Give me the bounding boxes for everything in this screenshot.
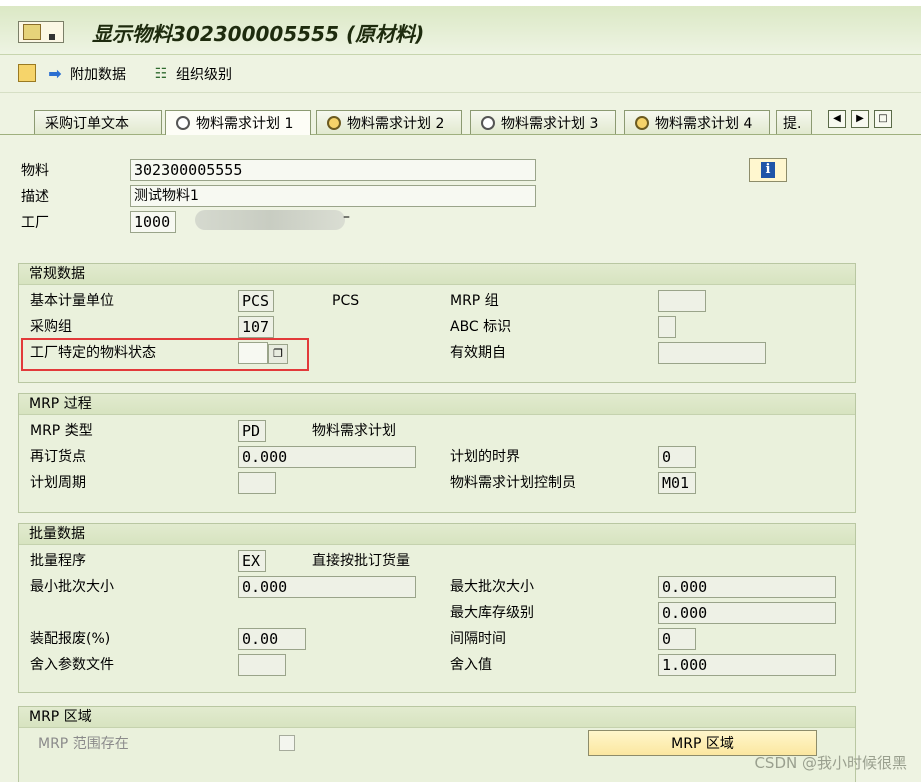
rounding-value-label: 舍入值 [450, 657, 492, 673]
interval-label: 间隔时间 [450, 631, 506, 647]
base-uom-label: 基本计量单位 [30, 293, 114, 309]
mrp-group-field[interactable] [658, 290, 706, 312]
lot-size-proc-field[interactable]: EX [238, 550, 266, 572]
additional-data-label: 附加数据 [70, 67, 126, 83]
group-title: MRP 过程 [19, 394, 855, 415]
tab-label: 物料需求计划 2 [347, 115, 445, 132]
purch-group-field[interactable]: 107 [238, 316, 274, 338]
valid-from-label: 有效期自 [450, 345, 506, 361]
watermark: CSDN @我小时候很黑 [754, 754, 907, 772]
reorder-point-label: 再订货点 [30, 449, 86, 465]
valid-from-field[interactable] [658, 342, 766, 364]
abc-indicator-label: ABC 标识 [450, 319, 512, 335]
lot-size-proc-label: 批量程序 [30, 553, 86, 569]
mrp-area-button-label: MRP 区域 [671, 736, 734, 752]
min-lot-size-field[interactable]: 0.000 [238, 576, 416, 598]
rounding-profile-label: 舍入参数文件 [30, 657, 114, 673]
max-lot-size-label: 最大批次大小 [450, 579, 534, 595]
plant-name-suffix: – [343, 209, 350, 225]
system-menu-button[interactable] [18, 21, 64, 43]
tab-list-button[interactable]: □ [874, 110, 892, 128]
tab-label: 物料需求计划 3 [501, 115, 599, 132]
mrp-type-label: MRP 类型 [30, 423, 93, 439]
assembly-scrap-field[interactable]: 0.00 [238, 628, 306, 650]
mrp-area-exists-label: MRP 范围存在 [38, 736, 129, 752]
material-field[interactable]: 302300005555 [130, 159, 536, 181]
tab-label: 物料需求计划 4 [655, 115, 753, 132]
time-fence-label: 计划的时界 [450, 449, 520, 465]
info-icon: i [761, 162, 775, 178]
tab-label: 提. [783, 115, 802, 132]
plant-label: 工厂 [21, 215, 49, 231]
plant-name-redacted [195, 210, 345, 230]
plant-field[interactable]: 1000 [130, 211, 176, 233]
material-label: 物料 [21, 163, 49, 179]
mrp-controller-label: 物料需求计划控制员 [450, 475, 576, 491]
tab-po-text[interactable]: 采购订单文本 [34, 110, 162, 134]
application-toolbar [0, 56, 921, 93]
mrp-procedure-group: MRP 过程 [18, 393, 856, 513]
interval-field[interactable]: 0 [658, 628, 696, 650]
gear-icon [327, 115, 341, 130]
highlight-annotation [21, 338, 309, 371]
target-icon [176, 116, 190, 130]
assembly-scrap-label: 装配报废(%) [30, 631, 111, 647]
mrp-type-field[interactable]: PD [238, 420, 266, 442]
tab-mrp4[interactable]: 物料需求计划 4 [624, 110, 770, 134]
planning-cycle-label: 计划周期 [30, 475, 86, 491]
arrow-right-icon: ➡ [48, 64, 62, 83]
tab-mrp2[interactable]: 物料需求计划 2 [316, 110, 462, 134]
tab-label: 采购订单文本 [45, 115, 129, 132]
dropdown-icon [49, 34, 55, 40]
target-icon [481, 115, 495, 130]
tab-more[interactable]: 提. [776, 110, 812, 134]
org-hierarchy-icon: ☷ [154, 66, 168, 82]
max-stock-field[interactable]: 0.000 [658, 602, 836, 624]
tab-scroll-left-button[interactable]: ◀ [828, 110, 846, 128]
max-stock-label: 最大库存级别 [450, 605, 534, 621]
gear-icon [635, 115, 649, 130]
base-uom-text: PCS [332, 293, 360, 309]
min-lot-size-label: 最小批次大小 [30, 579, 114, 595]
tab-scroll-right-button[interactable]: ▶ [851, 110, 869, 128]
page-title: 显示物料302300005555 (原材料) [92, 22, 425, 46]
group-title: 批量数据 [19, 524, 855, 545]
tab-mrp1[interactable]: 物料需求计划 1 [165, 110, 311, 135]
purch-group-label: 采购组 [30, 319, 72, 335]
document-icon [18, 64, 36, 82]
org-levels-label: 组织级别 [176, 67, 232, 83]
mrp-group-label: MRP 组 [450, 293, 499, 309]
mrp-controller-field[interactable]: M01 [658, 472, 696, 494]
org-levels-button[interactable]: ☷ 组织级别 [152, 64, 232, 84]
group-title: MRP 区域 [19, 707, 855, 728]
reorder-point-field[interactable]: 0.000 [238, 446, 416, 468]
time-fence-field[interactable]: 0 [658, 446, 696, 468]
planning-cycle-field[interactable] [238, 472, 276, 494]
other-material-button[interactable] [18, 64, 36, 82]
lot-size-proc-text: 直接按批订货量 [312, 553, 410, 569]
group-title: 常规数据 [19, 264, 855, 285]
description-label: 描述 [21, 189, 49, 205]
rounding-profile-field[interactable] [238, 654, 286, 676]
info-button[interactable]: i [749, 158, 787, 182]
description-field[interactable]: 测试物料1 [130, 185, 536, 207]
rounding-value-field[interactable]: 1.000 [658, 654, 836, 676]
additional-data-button[interactable]: ➡ 附加数据 [46, 64, 126, 84]
base-uom-field[interactable]: PCS [238, 290, 274, 312]
mrp-type-text: 物料需求计划 [312, 423, 396, 439]
abc-indicator-field[interactable] [658, 316, 676, 338]
system-menu-icon [23, 24, 41, 40]
max-lot-size-field[interactable]: 0.000 [658, 576, 836, 598]
mrp-area-exists-checkbox[interactable] [279, 735, 295, 751]
tab-label: 物料需求计划 1 [196, 116, 294, 132]
tab-mrp3[interactable]: 物料需求计划 3 [470, 110, 616, 134]
